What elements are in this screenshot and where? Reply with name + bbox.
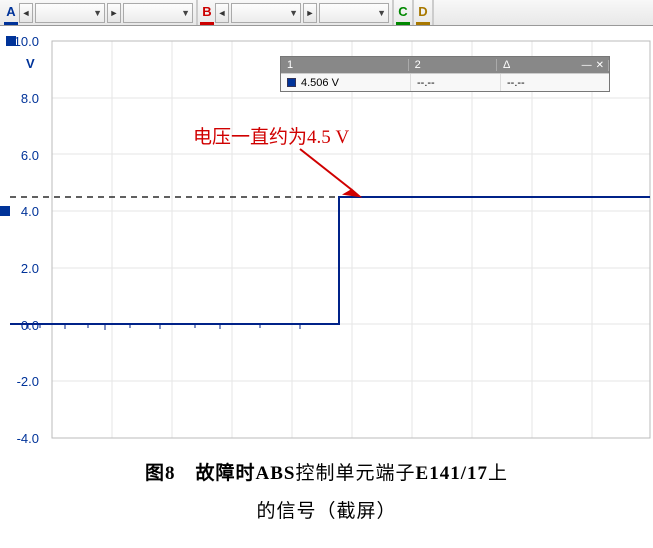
readout-controls: — ✕ [576,60,609,71]
channel-a-range-select[interactable]: ▼ [35,3,105,23]
channel-b-group: B ◄ ▼ ► ▼ [198,0,394,25]
channel-b-prev[interactable]: ◄ [215,3,229,23]
readout-row: 4.506 V --.-- --.-- [281,73,609,91]
top-toolbar: A ◄ ▼ ► ▼ B ◄ ▼ ► ▼ C D [0,0,653,26]
channel-a-next[interactable]: ► [107,3,121,23]
readout-val-2: --.-- [411,74,501,91]
minimize-icon[interactable]: — [582,60,592,71]
channel-d-label[interactable]: D [416,1,430,25]
readout-header: 1 2 Δ — ✕ [281,57,609,73]
chevron-down-icon: ▼ [93,8,102,18]
chevron-down-icon: ▼ [289,8,298,18]
channel-b-next[interactable]: ► [303,3,317,23]
readout-val-1: 4.506 V [301,77,339,89]
channel-a-label[interactable]: A [4,1,18,25]
channel-c-group: C [394,0,414,25]
channel-c-label[interactable]: C [396,1,410,25]
close-icon[interactable]: ✕ [596,60,604,71]
chevron-down-icon: ▼ [377,8,386,18]
channel-b-label[interactable]: B [200,1,214,25]
channel-indicator [287,78,296,87]
channel-b-range-select[interactable]: ▼ [231,3,301,23]
channel-a-group: A ◄ ▼ ► ▼ [2,0,198,25]
readout-hdr-delta: Δ [497,59,576,71]
oscilloscope-plot[interactable]: V 10.0 8.0 6.0 4.0 2.0 0.0 -2.0 -4.0 [0,26,653,446]
channel-d-group: D [414,0,434,25]
channel-a-prev[interactable]: ◄ [19,3,33,23]
annotation-text: 电压一直约为4.5 V [193,122,349,149]
chevron-down-icon: ▼ [181,8,190,18]
figure-caption: 图8 故障时ABS控制单元端子E141/17上 的信号（截屏） [0,455,653,531]
channel-b-coupling-select[interactable]: ▼ [319,3,389,23]
readout-hdr-1: 1 [281,59,409,71]
readout-val-delta: --.-- [501,74,581,91]
channel-a-coupling-select[interactable]: ▼ [123,3,193,23]
cursor-readout[interactable]: 1 2 Δ — ✕ 4.506 V --.-- --.-- [280,56,610,92]
readout-hdr-2: 2 [409,59,497,71]
